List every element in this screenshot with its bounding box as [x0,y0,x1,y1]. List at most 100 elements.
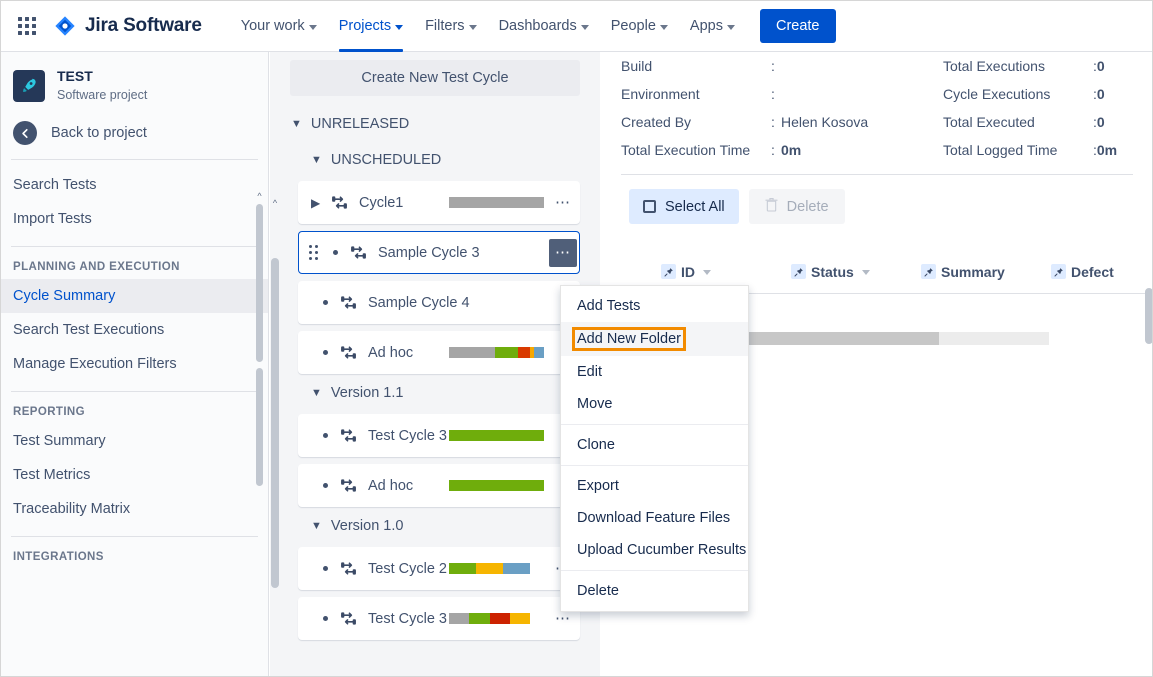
sidebar-item-test-metrics[interactable]: Test Metrics [1,458,268,492]
content-scrollbar-thumb[interactable] [1145,288,1152,344]
jira-logo-icon [53,14,77,38]
cycle-progress-bar [449,197,544,208]
pin-icon[interactable] [661,264,676,279]
test-cycle-icon [349,243,368,262]
bullet-icon [323,566,328,571]
tree-scrollbar[interactable]: ^ [270,198,280,676]
detail-col2: Total Logged Time:0m [943,142,1117,158]
nav-label: Apps [689,18,723,34]
chevron-down-icon[interactable] [703,270,711,275]
context-menu-item-clone[interactable]: Clone [561,429,748,461]
top-navigation-bar: Jira Software Your work Projects Filters… [1,1,1152,52]
detail-row: Total Execution Time : 0m Total Logged T… [621,136,1133,164]
sidebar-scroll-thumb[interactable] [256,368,263,486]
scroll-up-icon[interactable]: ^ [256,192,263,201]
context-menu-label: Add New Folder [572,327,686,351]
chevron-down-icon [659,24,668,30]
table-header-defect[interactable]: Defect [1051,264,1114,280]
chevron-down-icon[interactable] [861,270,870,275]
back-to-project-link[interactable]: Back to project [1,115,268,159]
context-menu-item-upload-cucumber-results[interactable]: Upload Cucumber Results [561,534,748,566]
tree-group-unreleased[interactable]: ▼ UNRELEASED [291,110,600,138]
bullet-icon [323,350,328,355]
nav-label: Your work [240,18,305,34]
detail-label: Total Executions [943,58,1045,74]
context-menu-item-add-new-folder[interactable]: Add New Folder [561,322,748,356]
nav-item-apps[interactable]: Apps [679,1,746,52]
tree-cycle-row[interactable]: Test Cycle 3 [298,414,580,457]
table-header-label: ID [681,263,695,280]
tree-cycle-row[interactable]: Sample Cycle 4 [298,281,580,324]
progress-segment [475,563,504,574]
app-switcher-icon[interactable] [13,12,41,40]
nav-item-dashboards[interactable]: Dashboards [488,1,600,52]
cycle-more-menu-button[interactable]: ⋯ [555,195,571,210]
sidebar-item-test-summary[interactable]: Test Summary [1,424,268,458]
context-menu-separator [561,424,748,425]
cycle-context-menu: Add Tests Add New Folder Edit Move Clone… [560,285,749,612]
tree-scroll-thumb[interactable] [271,258,279,588]
create-new-test-cycle-button[interactable]: Create New Test Cycle [290,60,580,96]
table-header-id[interactable]: ID [661,264,791,280]
context-menu-item-export[interactable]: Export [561,470,748,502]
nav-item-your-work[interactable]: Your work [230,1,328,52]
tree-group-version-1-0[interactable]: ▼ Version 1.0 [311,512,600,540]
pin-icon[interactable] [921,264,936,279]
progress-segment [449,197,544,208]
tree-group-unscheduled[interactable]: ▼ UNSCHEDULED ⋯ [311,146,600,174]
context-menu-label: Delete [577,583,619,599]
tree-cycle-row[interactable]: ▶ Cycle1 ⋯ [298,181,580,224]
sidebar-scroll-thumb-upper[interactable] [256,204,263,362]
context-menu-item-edit[interactable]: Edit [561,356,748,388]
detail-label: Build [621,58,653,74]
jira-software-window: Jira Software Your work Projects Filters… [0,0,1153,677]
nav-item-projects[interactable]: Projects [328,1,414,52]
sidebar-item-traceability-matrix[interactable]: Traceability Matrix [1,492,268,526]
pin-icon[interactable] [1051,264,1066,279]
tree-cycle-row-selected[interactable]: Sample Cycle 3 ⋯ [298,231,580,274]
sidebar-scrollbar[interactable]: ^ [256,192,263,676]
sidebar-item-cycle-summary[interactable]: Cycle Summary [1,279,268,313]
tree-group-version-1-1[interactable]: ▼ Version 1.1 [311,379,600,407]
test-cycle-icon [339,293,358,312]
context-menu-item-delete[interactable]: Delete [561,575,748,607]
chevron-down-icon [395,24,404,30]
detail-row: Created By : Helen Kosova Total Executed… [621,108,1133,136]
table-header-status[interactable]: Status [791,264,921,280]
sidebar-item-import-tests[interactable]: Import Tests [1,202,268,236]
progress-segment [518,347,530,358]
brand-name: Jira Software [85,15,202,36]
cycle-name: Test Cycle 3 [368,610,447,627]
drag-handle-icon[interactable] [309,245,321,260]
sidebar-item-search-tests[interactable]: Search Tests [1,168,268,202]
cycle-name: Sample Cycle 4 [368,294,470,311]
tree-cycle-row[interactable]: Ad hoc [298,331,580,374]
jira-software-home-link[interactable]: Jira Software [53,14,202,38]
nav-item-filters[interactable]: Filters [414,1,487,52]
scroll-up-icon[interactable]: ^ [271,198,279,208]
context-menu-item-move[interactable]: Move [561,388,748,420]
context-menu-item-download-feature-files[interactable]: Download Feature Files [561,502,748,534]
chevron-down-icon: ▼ [291,117,302,130]
detail-label: Cycle Executions [943,86,1051,102]
select-all-button[interactable]: Select All [629,189,739,224]
table-header-summary[interactable]: Summary [921,264,1051,280]
cycle-more-menu-button[interactable]: ⋯ [555,611,571,626]
cycle-name: Sample Cycle 3 [378,244,480,261]
sidebar-item-search-test-executions[interactable]: Search Test Executions [1,313,268,347]
tree-cycle-row[interactable]: Test Cycle 2 ⋯ [298,547,580,590]
context-menu-item-add-tests[interactable]: Add Tests [561,290,748,322]
detail-label: Created By [621,114,692,130]
cycle-more-menu-button-active[interactable]: ⋯ [549,238,577,267]
nav-label: Dashboards [498,18,577,34]
tree-cycle-row[interactable]: Ad hoc [298,464,580,507]
progress-segment [449,613,470,624]
project-header[interactable]: TEST Software project [1,52,268,115]
chevron-right-icon[interactable]: ▶ [311,196,320,210]
tree-cycle-row[interactable]: Test Cycle 3 ⋯ [298,597,580,640]
create-button[interactable]: Create [759,9,836,43]
tree-group-label: Version 1.1 [330,385,404,401]
sidebar-item-manage-execution-filters[interactable]: Manage Execution Filters [1,347,268,381]
pin-icon[interactable] [791,264,806,279]
nav-item-people[interactable]: People [600,1,679,52]
